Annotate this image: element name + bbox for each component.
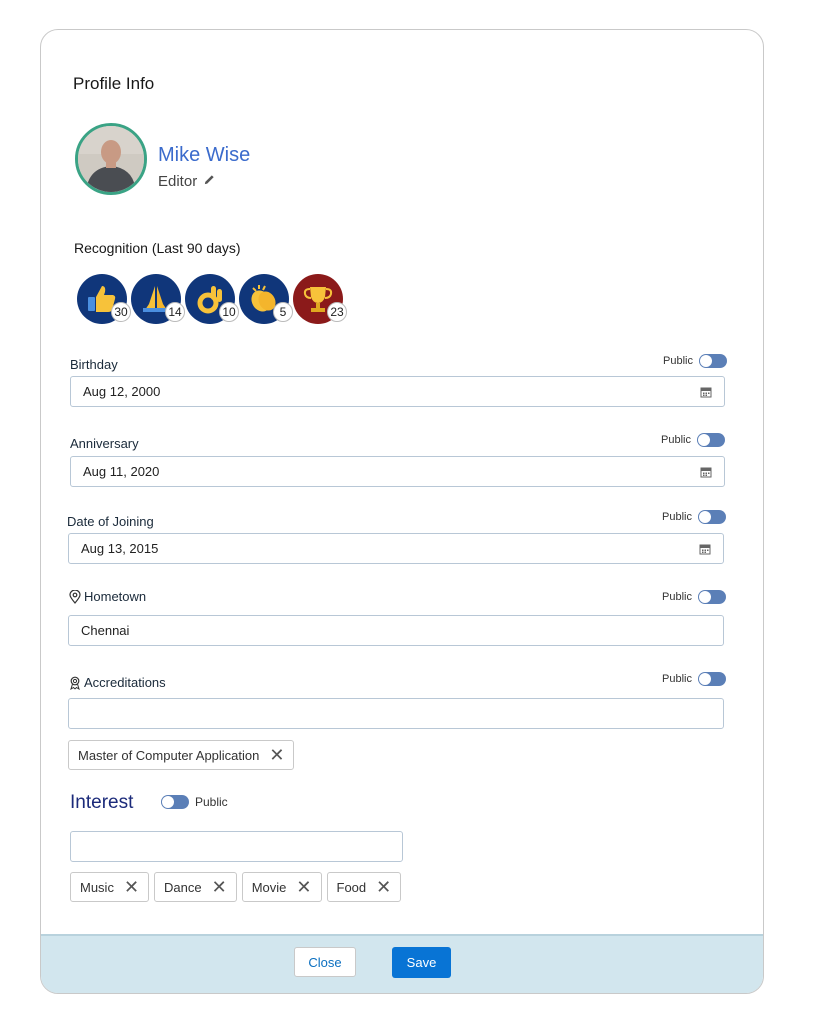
public-label: Public [662,673,692,685]
remove-tag-icon[interactable]: ✕ [296,878,311,896]
remove-tag-icon[interactable]: ✕ [376,878,391,896]
badge-ok-hand[interactable]: 10 [185,274,239,324]
birthday-public: Public [663,354,727,368]
tag-label: Master of Computer Application [78,747,260,763]
accreditations-public-toggle[interactable] [697,672,726,686]
interest-tag: Dance ✕ [154,872,237,902]
avatar [75,123,147,195]
remove-tag-icon[interactable]: ✕ [124,878,139,896]
public-label: Public [662,591,692,603]
profile-name[interactable]: Mike Wise [158,144,250,167]
interest-public-toggle[interactable] [161,795,189,809]
location-pin-icon [69,589,81,604]
public-label: Public [662,511,692,523]
interest-tag: Music ✕ [70,872,150,902]
tag-label: Dance [164,879,202,895]
interest-input[interactable] [70,831,403,862]
public-label: Public [663,355,693,367]
joining-public-toggle[interactable] [697,510,726,524]
hometown-value: Chennai [81,623,130,638]
interest-tags: Music ✕ Dance ✕ Movie ✕ Food ✕ [70,872,402,902]
save-button[interactable]: Save [392,947,451,978]
hometown-label-text: Hometown [84,589,147,604]
joining-public: Public [662,510,726,524]
joining-label: Date of Joining [67,514,154,529]
recognition-title: Recognition (Last 90 days) [74,240,241,256]
badge-clapping-hands[interactable]: 5 [239,274,293,324]
close-button[interactable]: Close [294,947,356,977]
calendar-icon[interactable] [700,466,712,478]
tag-label: Movie [251,879,287,895]
interest-title: Interest [70,792,134,813]
tag-label: Food [336,879,367,895]
avatar-photo [78,126,144,192]
accreditations-public: Public [662,672,726,686]
role-label: Editor [158,173,198,190]
anniversary-public-toggle[interactable] [696,433,725,447]
interest-tag: Food ✕ [326,872,402,902]
page-title: Profile Info [73,74,155,93]
hometown-public-toggle[interactable] [697,590,726,604]
badge-count: 10 [219,302,239,322]
interest-tag: Movie ✕ [241,872,322,902]
hometown-public: Public [662,590,726,604]
public-label: Public [195,795,228,809]
calendar-icon[interactable] [700,386,712,398]
recognition-badges: 30 14 10 5 23 [77,274,347,324]
badge-praying-hands[interactable]: 14 [131,274,185,324]
accreditations-label: Accreditations [69,675,166,690]
interest-public: Public [161,795,228,809]
anniversary-field[interactable]: Aug 11, 2020 [70,456,725,487]
modal-footer: Close Save [41,934,763,993]
anniversary-public: Public [661,433,725,447]
remove-tag-icon[interactable]: ✕ [269,746,284,764]
hometown-label: Hometown [69,589,146,604]
badge-count: 14 [165,302,185,322]
badge-count: 30 [111,302,131,322]
accreditation-tag: Master of Computer Application ✕ [68,740,295,770]
anniversary-value: Aug 11, 2020 [83,464,160,479]
calendar-icon[interactable] [699,543,711,555]
joining-value: Aug 13, 2015 [81,541,159,556]
hometown-input[interactable]: Chennai [68,615,724,646]
joining-field[interactable]: Aug 13, 2015 [68,533,724,564]
award-ribbon-icon [70,676,80,690]
edit-role-icon[interactable] [203,173,216,190]
birthday-value: Aug 12, 2000 [83,384,161,399]
remove-tag-icon[interactable]: ✕ [212,878,227,896]
tag-label: Music [80,879,114,895]
accreditations-label-text: Accreditations [84,675,166,690]
profile-card: Profile Info Mike Wise Editor Recognitio… [40,29,764,994]
birthday-label: Birthday [70,357,118,372]
birthday-public-toggle[interactable] [698,354,727,368]
birthday-field[interactable]: Aug 12, 2000 [70,376,725,407]
badge-count: 23 [327,302,347,322]
badge-trophy[interactable]: 23 [293,274,347,324]
anniversary-label: Anniversary [70,436,139,451]
public-label: Public [661,434,691,446]
badge-count: 5 [273,302,293,322]
accreditations-input[interactable] [68,698,724,729]
profile-role: Editor [158,173,216,190]
badge-thumbs-up[interactable]: 30 [77,274,131,324]
